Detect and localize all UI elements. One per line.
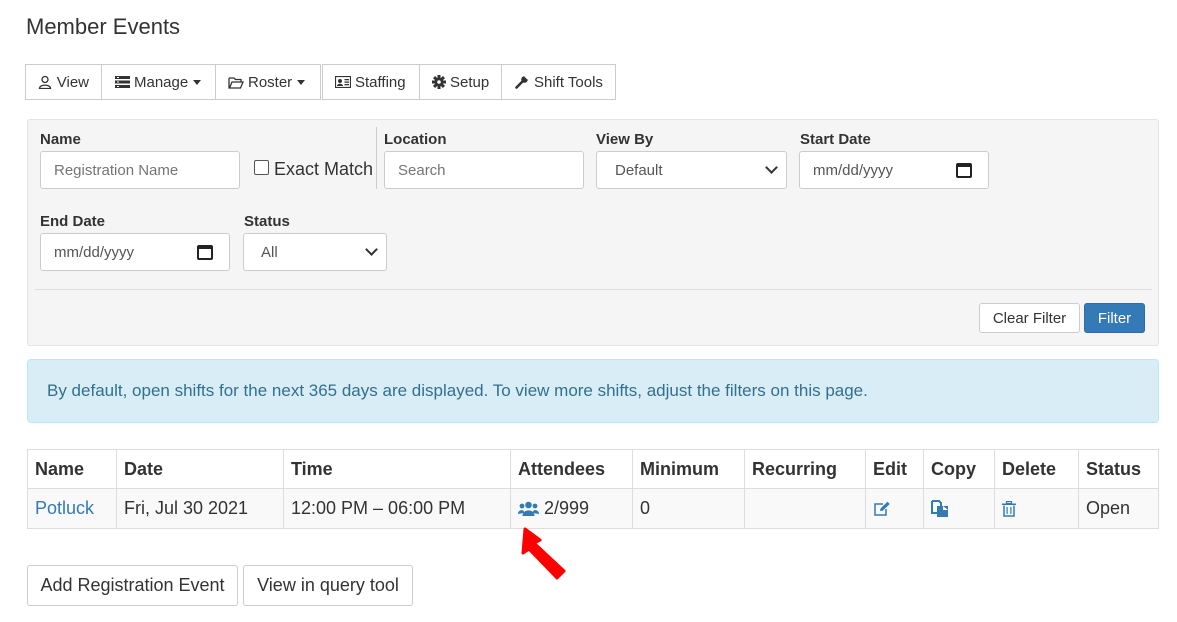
view-by-value: Default [615,161,663,179]
wrench-icon [514,74,530,90]
header-status[interactable]: Status [1078,449,1159,489]
shift-tools-button[interactable]: Shift Tools [501,64,616,100]
roster-label: Roster [248,73,293,91]
status-value: All [261,243,278,261]
event-minimum: 0 [632,488,745,529]
header-delete: Delete [994,449,1079,489]
chevron-down-icon [765,161,778,174]
end-date-label: End Date [40,213,106,230]
start-date-value: mm/dd/yyyy [813,161,894,179]
event-recurring [744,488,866,529]
filter-button[interactable]: Filter [1084,303,1145,333]
calendar-icon[interactable] [956,163,972,178]
manage-dropdown[interactable]: Manage [101,64,216,100]
exact-match-checkbox[interactable] [254,160,269,175]
filter-separator [35,289,1152,290]
filter-divider [376,127,377,189]
info-alert: By default, open shifts for the next 365… [27,359,1159,423]
setup-label: Setup [450,73,490,91]
exact-match-label: Exact Match [274,159,374,179]
event-date: Fri, Jul 30 2021 [116,488,284,529]
event-name-link[interactable]: Potluck [27,488,117,529]
clear-filter-button[interactable]: Clear Filter [979,303,1080,333]
view-button[interactable]: View [25,64,102,100]
view-by-select[interactable]: Default [596,151,787,189]
location-label: Location [384,131,447,148]
add-registration-event-button[interactable]: Add Registration Event [27,565,238,606]
registration-name-input[interactable] [40,151,240,189]
list-icon [114,74,130,90]
status-select[interactable]: All [243,233,387,271]
delete-cell [994,488,1079,529]
name-label: Name [40,131,81,148]
event-status: Open [1078,488,1159,529]
copy-icon[interactable] [931,500,949,518]
location-search-input[interactable] [384,151,584,189]
caret-down-icon [193,79,202,85]
start-date-label: Start Date [800,131,871,148]
header-attendees[interactable]: Attendees [510,449,633,489]
header-time[interactable]: Time [283,449,511,489]
gear-icon [432,74,446,90]
header-date[interactable]: Date [116,449,284,489]
trash-icon[interactable] [1002,501,1016,517]
header-edit: Edit [865,449,924,489]
view-label: View [56,73,89,91]
copy-cell [923,488,995,529]
shift-tools-label: Shift Tools [534,73,603,91]
view-by-label: View By [596,131,654,148]
calendar-icon[interactable] [197,245,213,260]
folder-open-icon [228,74,244,90]
staffing-button[interactable]: Staffing [322,64,420,100]
event-time: 12:00 PM – 06:00 PM [283,488,511,529]
id-card-icon [335,74,351,90]
user-icon [38,74,53,90]
chevron-down-icon [365,243,378,256]
status-label: Status [244,213,290,230]
filter-panel: Name Exact Match Location View By Defaul… [27,119,1159,346]
end-date-input[interactable]: mm/dd/yyyy [40,233,230,271]
header-recurring[interactable]: Recurring [744,449,866,489]
red-arrow-annotation [521,527,566,580]
staffing-label: Staffing [355,73,406,91]
edit-cell [865,488,924,529]
header-copy: Copy [923,449,995,489]
page-title: Member Events [26,14,181,39]
table-header-row: Name Date Time Attendees Minimum Recurri… [27,449,1159,489]
header-name[interactable]: Name [27,449,117,489]
header-minimum[interactable]: Minimum [632,449,745,489]
events-table: Name Date Time Attendees Minimum Recurri… [27,449,1159,529]
edit-icon[interactable] [873,501,891,517]
manage-label: Manage [134,73,189,91]
start-date-input[interactable]: mm/dd/yyyy [799,151,989,189]
toolbar: View Manage Roster Staffing Setup Shift … [25,64,616,100]
end-date-value: mm/dd/yyyy [54,243,135,261]
view-in-query-tool-button[interactable]: View in query tool [243,565,413,606]
setup-button[interactable]: Setup [419,64,502,100]
info-alert-text: By default, open shifts for the next 365… [47,381,868,400]
roster-dropdown[interactable]: Roster [215,64,321,100]
table-row: Potluck Fri, Jul 30 2021 12:00 PM – 06:0… [27,488,1159,529]
caret-down-icon [297,79,306,85]
